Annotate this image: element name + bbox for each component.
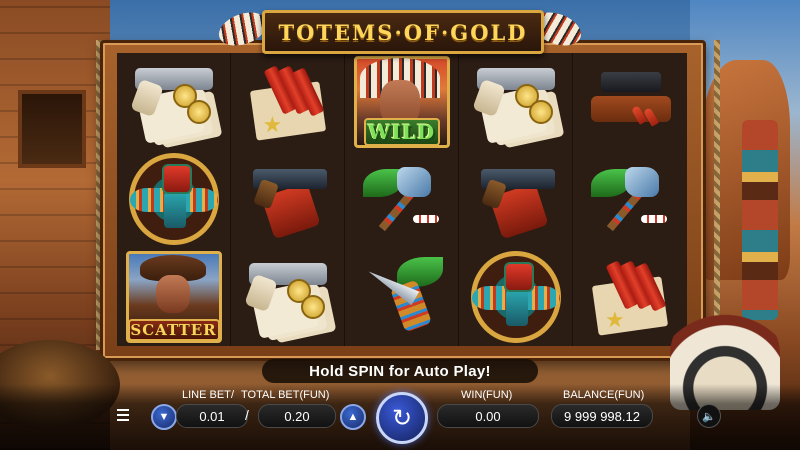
slot-machine-frame: ★ WILD SCATTER ★ <box>100 40 706 361</box>
holster-icon <box>585 62 675 142</box>
balance-value: 9 999 998.12 <box>564 408 640 424</box>
saloon-window <box>18 90 86 168</box>
reel-cell <box>459 53 573 151</box>
balance-display: 9 999 998.12 <box>551 404 653 428</box>
reel-cell <box>459 248 573 346</box>
reel-cell <box>117 53 231 151</box>
line-bet-display: 0.01 <box>176 404 248 428</box>
knife-icon <box>357 257 447 337</box>
total-bet-label: TOTAL BET(FUN) <box>241 389 330 401</box>
totem-bird-icon <box>128 153 219 246</box>
dynamite-icon: ★ <box>585 257 675 337</box>
auto-play-hint: Hold SPIN for Auto Play! <box>309 362 491 380</box>
bet-separator: / <box>245 407 249 423</box>
reel-cell <box>231 248 345 346</box>
reel-cell: ★ <box>573 248 687 346</box>
balance-label: BALANCE(FUN) <box>563 389 645 401</box>
reel-cell <box>345 248 459 346</box>
reel-cell <box>345 150 459 249</box>
chevron-up-icon: ▲ <box>347 411 359 423</box>
menu-icon-line <box>117 414 129 416</box>
scatter-label: SCATTER <box>127 319 220 342</box>
spin-button[interactable]: ↻ <box>376 392 428 444</box>
wild-label: WILD <box>363 117 440 146</box>
menu-icon-line <box>117 419 129 421</box>
reel-cell: SCATTER <box>117 248 231 346</box>
tomahawk-icon <box>585 159 675 239</box>
reel-cell <box>459 150 573 249</box>
totem-pole-decoration <box>742 120 778 320</box>
auto-play-hint-bar: Hold SPIN for Auto Play! <box>262 359 538 383</box>
revolver-icon <box>243 159 333 240</box>
pistol-cards-icon <box>129 62 219 144</box>
win-value: 0.00 <box>475 408 501 424</box>
menu-icon <box>117 409 129 411</box>
reel-cell <box>117 150 231 249</box>
tomahawk-icon <box>357 159 447 239</box>
refresh-icon: ↻ <box>391 404 413 432</box>
dynamite-icon: ★ <box>243 62 333 142</box>
total-bet-value: 0.20 <box>284 408 310 424</box>
scatter-icon: SCATTER <box>122 249 226 345</box>
reel-cell: ★ <box>231 53 345 151</box>
reel-cell: WILD <box>345 53 459 151</box>
revolver-icon <box>471 159 561 240</box>
game-title-plaque: TOTEMS·OF·GOLD <box>262 10 544 54</box>
reel-cell <box>573 53 687 151</box>
bet-label-separator: / <box>231 389 235 401</box>
win-label: WIN(FUN) <box>461 389 513 401</box>
total-bet-display: 0.20 <box>258 404 336 428</box>
pistol-cards-icon <box>471 62 561 144</box>
win-display: 0.00 <box>437 404 539 428</box>
wild-icon: WILD <box>350 54 454 150</box>
menu-button[interactable] <box>112 405 134 425</box>
line-bet-label: LINE BET <box>182 389 231 401</box>
chevron-down-icon: ▼ <box>158 411 170 423</box>
bet-decrease-button[interactable]: ▼ <box>151 404 177 430</box>
speaker-icon: 🔈 <box>702 410 716 423</box>
line-bet-value: 0.01 <box>199 408 225 424</box>
bet-increase-button[interactable]: ▲ <box>340 404 366 430</box>
game-title: TOTEMS·OF·GOLD <box>278 19 528 45</box>
reel-cell <box>231 150 345 249</box>
reel-cell <box>573 151 687 249</box>
sound-button[interactable]: 🔈 <box>697 404 721 428</box>
totem-bird-icon <box>470 251 561 344</box>
reel-grid: ★ WILD SCATTER ★ <box>117 53 687 346</box>
pistol-cards-icon <box>243 257 333 339</box>
